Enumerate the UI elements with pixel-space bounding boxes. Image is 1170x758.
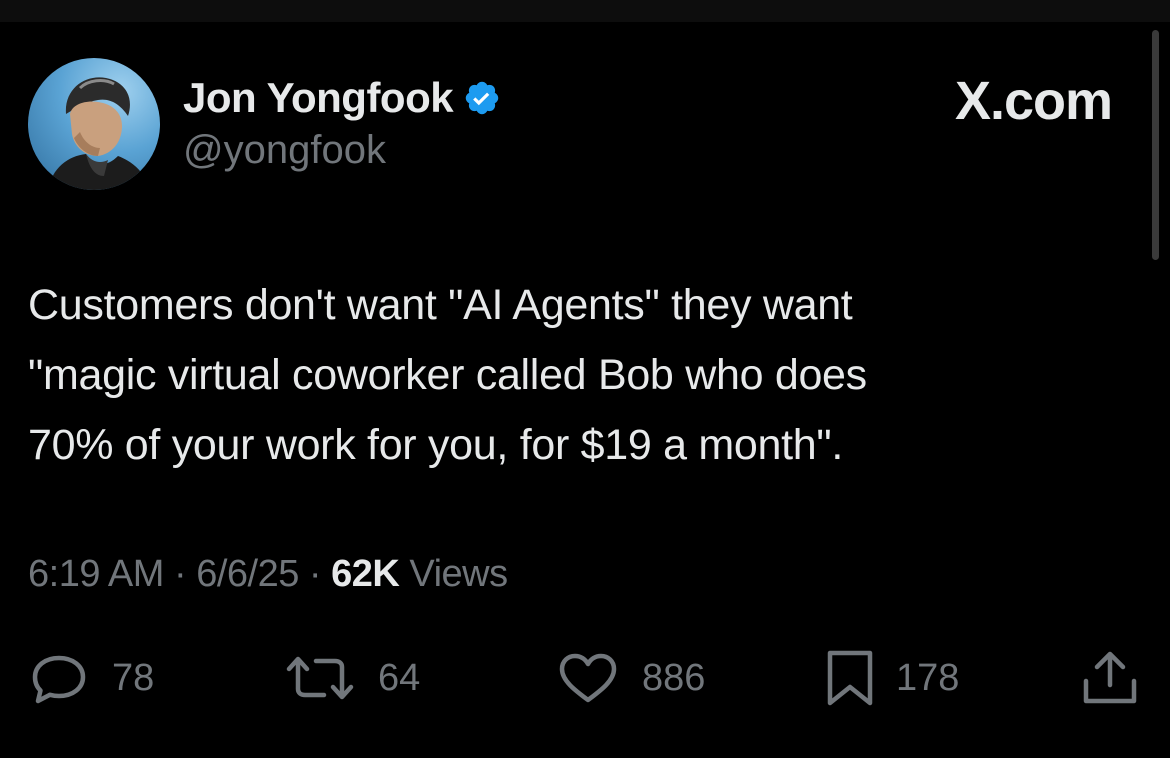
- like-count: 886: [642, 656, 706, 699]
- reply-count: 78: [112, 656, 155, 699]
- share-icon: [1083, 651, 1137, 704]
- like-button[interactable]: 886: [556, 648, 705, 708]
- tweet-time[interactable]: 6:19 AM: [28, 553, 164, 595]
- repost-count: 64: [378, 656, 421, 699]
- views-label: Views: [409, 553, 508, 595]
- tweet-date[interactable]: 6/6/25: [196, 553, 299, 595]
- repost-button[interactable]: 64: [284, 648, 420, 708]
- reply-button[interactable]: 78: [28, 648, 154, 708]
- scrollbar[interactable]: [1152, 30, 1159, 260]
- site-label: X.com: [954, 71, 1113, 131]
- tweet-actions: 78 64 886 178: [0, 648, 1170, 708]
- share-button[interactable]: [1080, 648, 1140, 708]
- avatar[interactable]: [28, 58, 160, 190]
- tweet-text-line: 70% of your work for you, for $19 a mont…: [28, 421, 843, 469]
- bookmark-count: 178: [896, 656, 960, 699]
- tweet-text: Customers don't want "AI Agents" they wa…: [28, 270, 1108, 480]
- tweet-meta: 6:19 AM · 6/6/25 · 62K Views: [28, 553, 508, 596]
- author-display-name[interactable]: Jon Yongfook: [183, 74, 454, 122]
- top-edge-bar: [0, 0, 1170, 22]
- views-count: 62K: [331, 553, 400, 595]
- heart-icon: [559, 653, 617, 703]
- author-handle[interactable]: @yongfook: [183, 128, 386, 173]
- bookmark-button[interactable]: 178: [826, 648, 959, 708]
- repost-icon: [286, 656, 354, 700]
- author-name-row[interactable]: Jon Yongfook: [183, 74, 501, 122]
- verified-badge-icon: [463, 79, 501, 117]
- tweet-text-line: Customers don't want "AI Agents" they wa…: [28, 281, 853, 329]
- tweet-text-line: "magic virtual coworker called Bob who d…: [28, 351, 867, 399]
- reply-icon: [32, 655, 86, 704]
- bookmark-icon: [827, 650, 873, 706]
- meta-separator: ·: [173, 553, 187, 595]
- meta-separator: ·: [308, 553, 322, 595]
